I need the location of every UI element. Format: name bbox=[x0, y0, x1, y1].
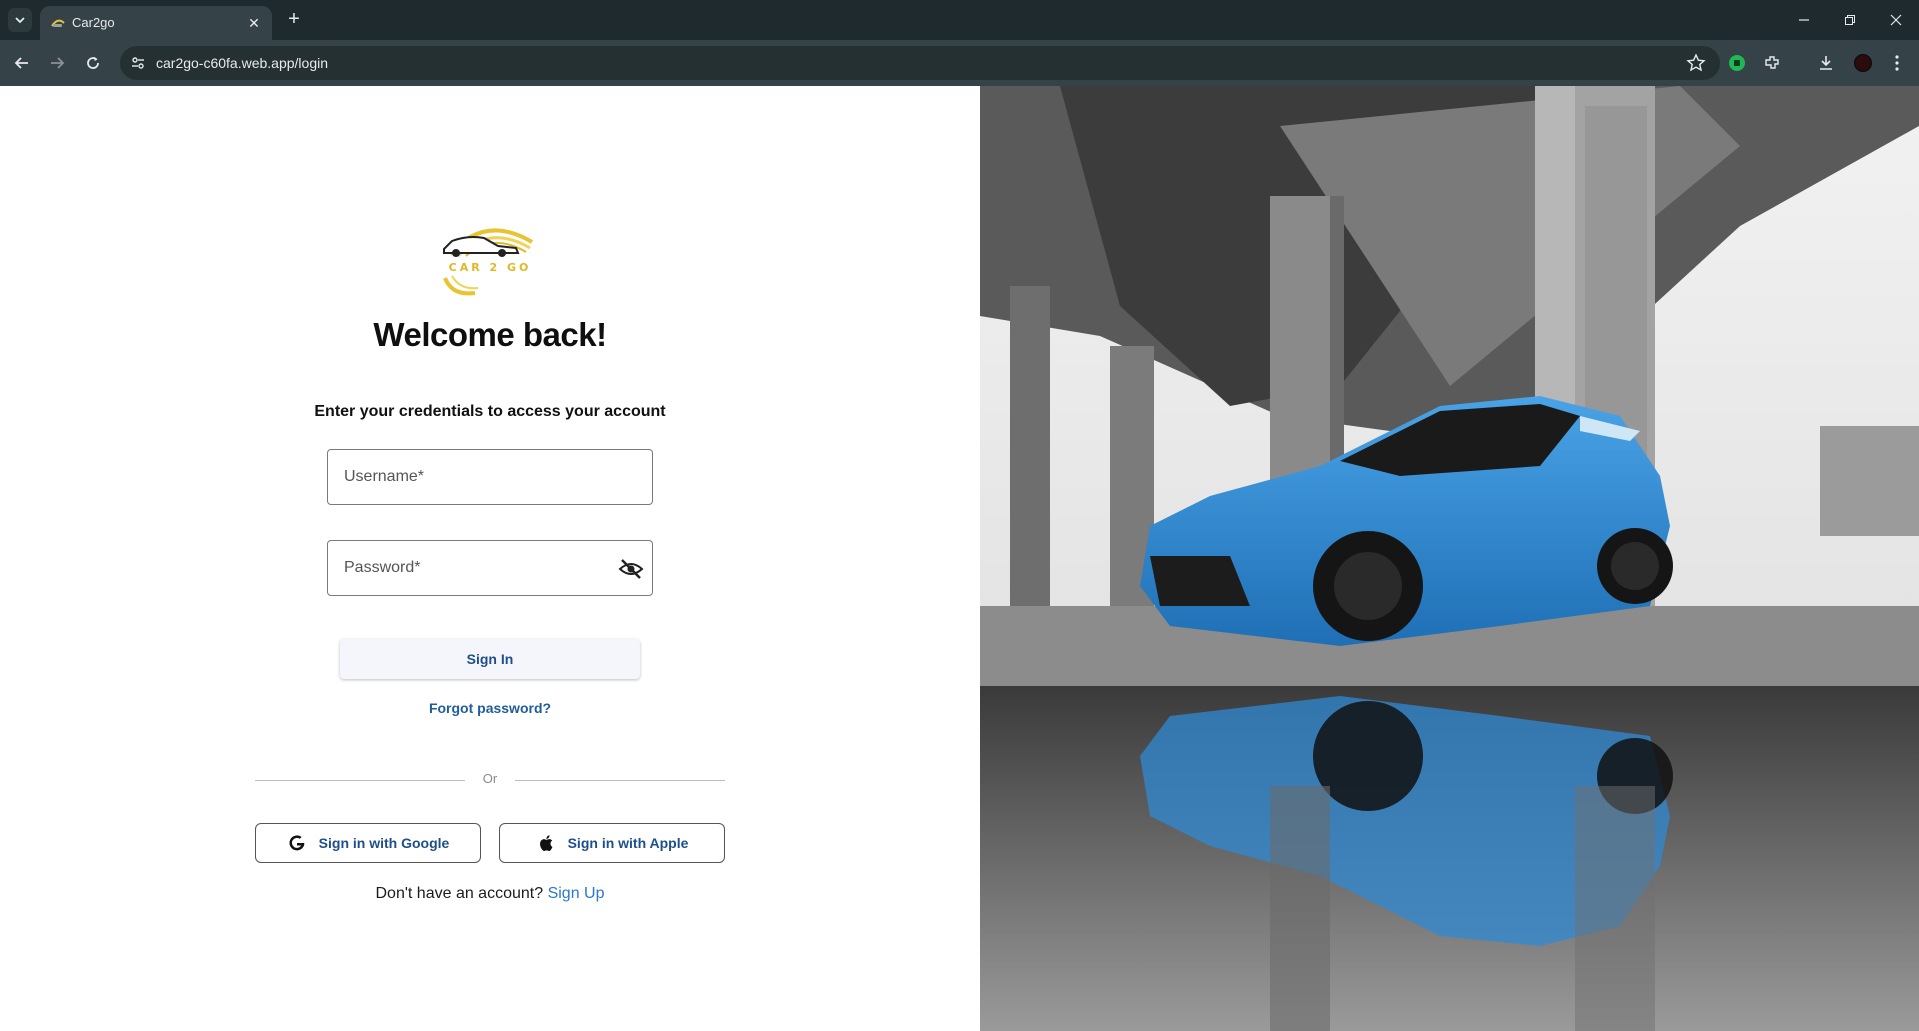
extension-shield-icon[interactable] bbox=[1726, 52, 1748, 74]
profile-avatar-icon[interactable] bbox=[1852, 52, 1874, 74]
extensions-puzzle-icon[interactable] bbox=[1761, 52, 1783, 74]
browser-toolbar: car2go-c60fa.web.app/login bbox=[0, 40, 1919, 86]
address-bar[interactable]: car2go-c60fa.web.app/login bbox=[120, 46, 1720, 80]
forward-button[interactable] bbox=[43, 49, 71, 77]
password-field[interactable] bbox=[327, 540, 653, 596]
forgot-password-link[interactable]: Forgot password? bbox=[0, 700, 980, 716]
username-input[interactable] bbox=[328, 450, 652, 504]
browser-menu-icon[interactable] bbox=[1886, 52, 1908, 74]
apple-icon bbox=[539, 835, 552, 851]
minimize-button[interactable] bbox=[1781, 0, 1827, 40]
signup-row: Don't have an account? Sign Up bbox=[0, 885, 980, 903]
site-settings-icon bbox=[132, 57, 144, 69]
minimize-icon bbox=[1799, 19, 1809, 21]
divider-right bbox=[515, 780, 725, 781]
close-icon bbox=[1890, 14, 1902, 26]
reload-icon bbox=[87, 57, 99, 69]
url-text: car2go-c60fa.web.app/login bbox=[156, 55, 329, 71]
reload-button[interactable] bbox=[79, 49, 107, 77]
downloads-icon[interactable] bbox=[1815, 52, 1837, 74]
login-panel: CAR 2 GO Welcome back! Enter your creden… bbox=[0, 86, 980, 1031]
google-sign-in-label: Sign in with Google bbox=[318, 835, 450, 851]
new-tab-button[interactable]: + bbox=[282, 8, 306, 32]
close-tab-icon[interactable]: ✕ bbox=[244, 13, 264, 33]
sign-up-link[interactable]: Sign Up bbox=[548, 885, 605, 902]
car2go-logo: CAR 2 GO bbox=[430, 216, 550, 296]
signup-prompt: Don't have an account? bbox=[375, 885, 544, 902]
arrow-right-icon bbox=[51, 57, 65, 69]
tab-search-button[interactable] bbox=[8, 8, 32, 32]
page-title: Welcome back! bbox=[373, 316, 607, 353]
browser-tabbar: Car2go ✕ + bbox=[0, 0, 1919, 40]
hero-image bbox=[980, 86, 1919, 1031]
eye-off-icon[interactable] bbox=[618, 557, 644, 581]
apple-sign-in-label: Sign in with Apple bbox=[567, 835, 689, 851]
car2go-favicon-icon bbox=[51, 19, 65, 27]
car-under-bridge-illustration bbox=[980, 86, 1919, 1031]
page-subtitle: Enter your credentials to access your ac… bbox=[314, 403, 666, 420]
bookmark-star-icon[interactable] bbox=[1686, 53, 1706, 73]
google-sign-in-button[interactable]: Sign in with Google bbox=[255, 823, 481, 863]
page: CAR 2 GO Welcome back! Enter your creden… bbox=[0, 86, 1919, 1031]
arrow-left-icon bbox=[14, 57, 28, 69]
username-field[interactable] bbox=[327, 449, 653, 505]
logo-text: CAR 2 GO bbox=[449, 261, 532, 274]
google-icon bbox=[289, 835, 305, 851]
restore-icon bbox=[1845, 15, 1855, 25]
back-button[interactable] bbox=[8, 49, 36, 77]
close-window-button[interactable] bbox=[1873, 0, 1919, 40]
or-label: Or bbox=[482, 771, 498, 786]
tab-title: Car2go bbox=[72, 15, 115, 30]
sign-in-button[interactable]: Sign In bbox=[340, 639, 640, 679]
apple-sign-in-button[interactable]: Sign in with Apple bbox=[499, 823, 725, 863]
browser-tab[interactable]: Car2go ✕ bbox=[40, 6, 272, 40]
password-input[interactable] bbox=[328, 541, 652, 595]
restore-button[interactable] bbox=[1827, 0, 1873, 40]
chevron-down-icon bbox=[15, 17, 25, 24]
